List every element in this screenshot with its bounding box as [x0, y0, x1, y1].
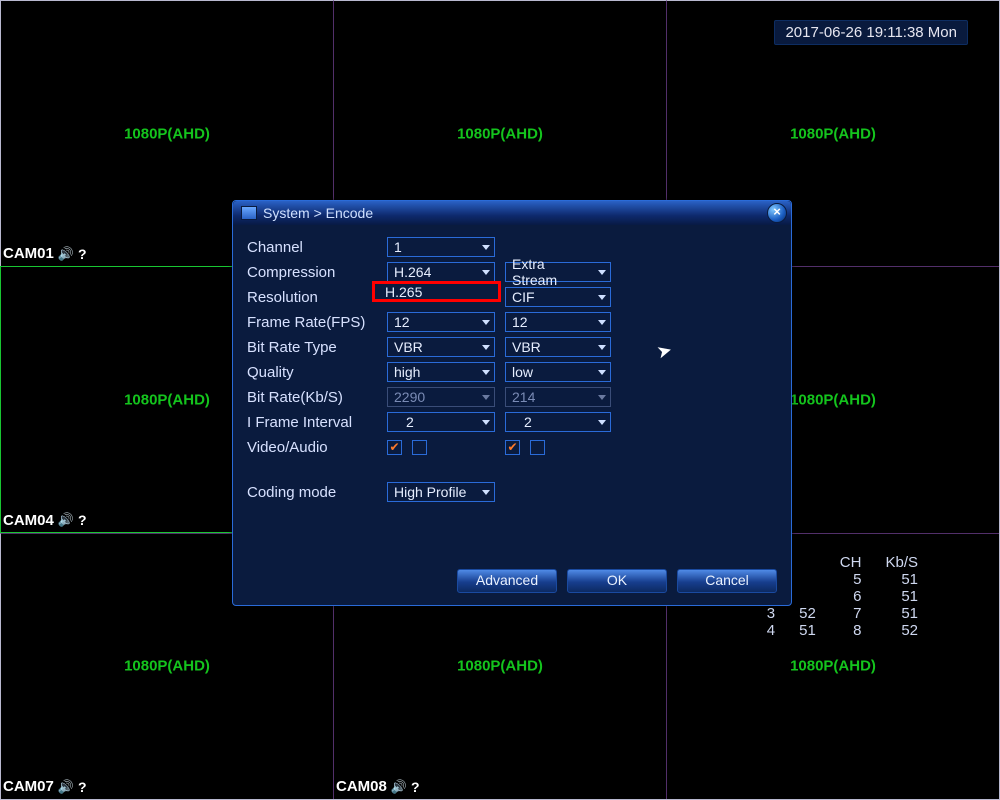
- camera-resolution-label: 1080P(AHD): [124, 391, 210, 408]
- chevron-down-icon: [482, 320, 490, 325]
- camera-resolution-label: 1080P(AHD): [457, 658, 543, 675]
- ok-button[interactable]: OK: [567, 569, 667, 593]
- chevron-down-icon: [598, 320, 606, 325]
- help-icon: ?: [411, 779, 420, 795]
- extra-bitrate-select: 214: [505, 387, 611, 407]
- label-compression: Compression: [247, 264, 387, 281]
- dialog-title: System > Encode: [263, 205, 373, 221]
- label-brtype: Bit Rate Type: [247, 339, 387, 356]
- dialog-titlebar[interactable]: System > Encode ×: [233, 201, 791, 225]
- help-icon: ?: [78, 246, 87, 262]
- camera-resolution-label: 1080P(AHD): [457, 125, 543, 142]
- chevron-down-icon: [482, 270, 490, 275]
- channel-select[interactable]: 1: [387, 237, 495, 257]
- camera-label: CAM01 🔊 ?: [3, 245, 87, 262]
- label-bitrate: Bit Rate(Kb/S): [247, 389, 387, 406]
- compression-option-h265[interactable]: H.265: [372, 281, 501, 302]
- extra-fps-select[interactable]: 12: [505, 312, 611, 332]
- chevron-down-icon: [598, 295, 606, 300]
- chevron-down-icon: [598, 270, 606, 275]
- label-coding: Coding mode: [247, 484, 387, 501]
- label-iframe: I Frame Interval: [247, 414, 387, 431]
- extra-video-checkbox[interactable]: [505, 440, 520, 455]
- chevron-down-icon: [482, 490, 490, 495]
- camera-resolution-label: 1080P(AHD): [790, 125, 876, 142]
- chevron-down-icon: [598, 395, 606, 400]
- quality-select[interactable]: high: [387, 362, 495, 382]
- chevron-down-icon: [482, 345, 490, 350]
- extra-quality-select[interactable]: low: [505, 362, 611, 382]
- advanced-button[interactable]: Advanced: [457, 569, 557, 593]
- camera-resolution-label: 1080P(AHD): [124, 658, 210, 675]
- speaker-muted-icon: 🔊: [58, 246, 74, 262]
- chevron-down-icon: [482, 245, 490, 250]
- fps-select[interactable]: 12: [387, 312, 495, 332]
- speaker-muted-icon: 🔊: [58, 512, 74, 528]
- camera-resolution-label: 1080P(AHD): [124, 125, 210, 142]
- coding-mode-select[interactable]: High Profile: [387, 482, 495, 502]
- extra-audio-checkbox[interactable]: [530, 440, 545, 455]
- chevron-down-icon: [482, 395, 490, 400]
- speaker-muted-icon: 🔊: [58, 779, 74, 795]
- camera-label: CAM07 🔊 ?: [3, 778, 87, 795]
- help-icon: ?: [78, 779, 87, 795]
- dialog-button-row: Advanced OK Cancel: [457, 569, 777, 593]
- help-icon: ?: [78, 512, 87, 528]
- compression-select[interactable]: H.264: [387, 262, 495, 282]
- audio-checkbox[interactable]: [412, 440, 427, 455]
- camera-label: CAM08 🔊 ?: [336, 778, 420, 795]
- chevron-down-icon: [598, 345, 606, 350]
- cancel-button[interactable]: Cancel: [677, 569, 777, 593]
- label-channel: Channel: [247, 239, 387, 256]
- bitrate-select: 2290: [387, 387, 495, 407]
- label-fps: Frame Rate(FPS): [247, 314, 387, 331]
- extra-iframe-select[interactable]: 2: [505, 412, 611, 432]
- extra-resolution-select[interactable]: CIF: [505, 287, 611, 307]
- chevron-down-icon: [482, 370, 490, 375]
- chevron-down-icon: [598, 370, 606, 375]
- label-video-audio: Video/Audio: [247, 439, 387, 456]
- close-icon[interactable]: ×: [767, 203, 787, 223]
- camera-label: CAM04 🔊 ?: [3, 512, 87, 529]
- speaker-muted-icon: 🔊: [391, 779, 407, 795]
- video-checkbox[interactable]: [387, 440, 402, 455]
- extra-stream-select[interactable]: Extra Stream: [505, 262, 611, 282]
- chevron-down-icon: [598, 420, 606, 425]
- chevron-down-icon: [482, 420, 490, 425]
- camera-resolution-label: 1080P(AHD): [790, 658, 876, 675]
- brtype-select[interactable]: VBR: [387, 337, 495, 357]
- clock-panel: 2017-06-26 19:11:38 Mon: [774, 20, 968, 45]
- extra-brtype-select[interactable]: VBR: [505, 337, 611, 357]
- window-icon: [241, 206, 257, 220]
- label-quality: Quality: [247, 364, 387, 381]
- label-resolution: Resolution: [247, 289, 387, 306]
- iframe-select[interactable]: 2: [387, 412, 495, 432]
- encode-dialog: System > Encode × Channel 1 Compression …: [232, 200, 792, 606]
- camera-resolution-label: 1080P(AHD): [790, 391, 876, 408]
